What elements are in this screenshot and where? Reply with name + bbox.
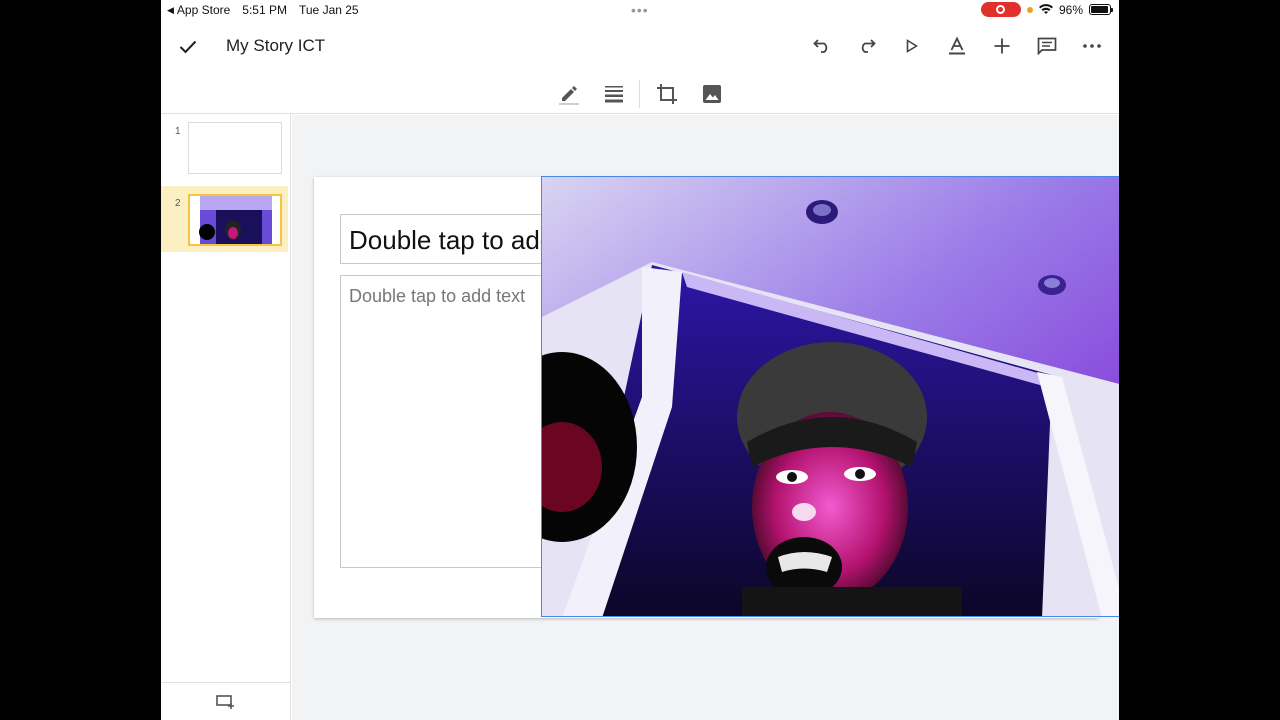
slide-number: 2 [175,198,181,209]
add-slide-icon[interactable] [161,682,290,720]
present-icon[interactable] [899,32,925,60]
crop-icon[interactable] [655,82,679,106]
status-date: Tue Jan 25 [299,3,359,17]
photo [542,177,1119,616]
slide-thumbnail-row[interactable]: 1 [161,114,288,180]
back-label: App Store [176,3,231,17]
slide-number: 1 [175,126,181,137]
app-bar: My Story ICT [161,22,1119,72]
comment-icon[interactable] [1034,32,1060,60]
mic-indicator-icon [1026,6,1033,13]
wifi-icon [1038,4,1053,14]
add-icon[interactable] [989,32,1015,60]
battery-icon [1089,4,1113,15]
replace-image-icon[interactable] [700,82,724,106]
slide-canvas: Double tap to add title Double tap to ad… [292,115,1119,720]
back-arrow-icon: ◀ [167,4,174,15]
more-icon[interactable] [1079,32,1105,60]
text-format-icon[interactable] [944,32,970,60]
app-window: ◀ App Store 5:51 PM Tue Jan 25 ••• 96% M… [161,0,1119,720]
battery-percent: 96% [1058,2,1083,17]
slide-thumbnail[interactable] [188,194,282,246]
undo-icon[interactable] [809,32,835,60]
slide-thumbnail[interactable] [188,122,282,174]
redo-icon[interactable] [854,32,880,60]
format-toolbar [161,72,1119,114]
back-to-app-store[interactable]: ◀ App Store [167,3,230,17]
status-bar: ◀ App Store 5:51 PM Tue Jan 25 ••• 96% [161,0,1119,20]
toolbar-divider [639,80,640,108]
multitask-dots-icon[interactable]: ••• [631,3,649,17]
screen-record-icon[interactable] [980,2,1021,17]
status-time: 5:51 PM [242,3,287,17]
done-check-icon[interactable] [175,34,201,60]
line-weight-icon[interactable] [602,82,626,106]
selected-image[interactable] [541,176,1119,617]
pen-icon[interactable] [557,82,581,106]
slide-thumbnail-row-selected[interactable]: 2 [161,186,288,252]
slide-sidebar: 1 2 [161,114,291,720]
document-title[interactable]: My Story ICT [226,36,325,56]
